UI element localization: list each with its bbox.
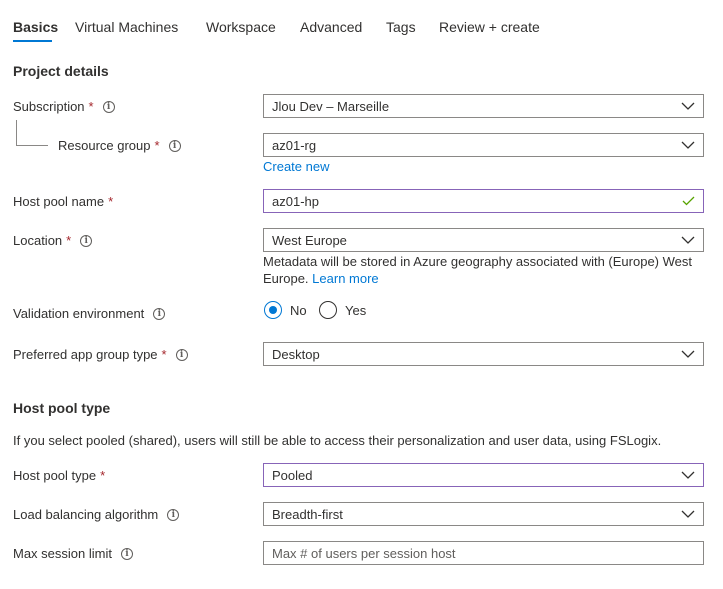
checkmark-icon [673,190,703,212]
required-marker: * [108,194,114,209]
location-label: Location * i [13,233,93,248]
info-icon[interactable]: i [167,508,180,521]
required-marker: * [161,347,167,362]
create-new-link[interactable]: Create new [263,159,329,174]
info-icon[interactable]: i [168,139,181,152]
resource-group-dropdown[interactable]: az01-rg [263,133,704,157]
chevron-down-icon [673,464,703,486]
tab-tags[interactable]: Tags [386,19,416,35]
subscription-label: Subscription * i [13,99,115,114]
chevron-down-icon [673,229,703,251]
host-pool-type-description: If you select pooled (shared), users wil… [13,433,662,448]
required-marker: * [66,233,72,248]
chevron-down-icon [673,134,703,156]
tab-basics[interactable]: Basics [13,19,58,35]
info-icon[interactable]: i [153,307,166,320]
required-marker: * [100,468,106,483]
location-dropdown[interactable]: West Europe [263,228,704,252]
tab-review-create[interactable]: Review + create [439,19,540,35]
tree-connector [16,120,17,146]
radio-yes[interactable]: Yes [319,301,366,319]
section-title-host-pool-type: Host pool type [13,400,111,416]
host-pool-name-input[interactable]: az01-hp [263,189,704,213]
host-pool-type-dropdown[interactable]: Pooled [263,463,704,487]
radio-no[interactable]: No [264,301,307,319]
host-pool-name-label: Host pool name * [13,194,114,209]
preferred-app-group-type-dropdown[interactable]: Desktop [263,342,704,366]
load-balancing-label: Load balancing algorithm i [13,507,180,522]
preferred-app-group-type-label: Preferred app group type * i [13,347,188,362]
info-icon[interactable]: i [120,547,133,560]
tab-bar: Basics Virtual Machines Workspace Advanc… [0,0,723,44]
load-balancing-dropdown[interactable]: Breadth-first [263,502,704,526]
max-session-limit-textbox[interactable] [272,545,703,561]
info-icon[interactable]: i [102,100,115,113]
active-tab-indicator [13,40,52,42]
max-session-limit-input[interactable] [263,541,704,565]
validation-environment-label: Validation environment i [13,306,166,321]
section-title-project-details: Project details [13,63,109,79]
location-hint: Metadata will be stored in Azure geograp… [263,254,692,286]
info-icon[interactable]: i [80,234,93,247]
required-marker: * [154,138,160,153]
radio-button[interactable] [319,301,337,319]
chevron-down-icon [673,343,703,365]
info-icon[interactable]: i [175,348,188,361]
resource-group-label: Resource group * i [58,138,181,153]
learn-more-link[interactable]: Learn more [312,271,378,286]
radio-button-checked[interactable] [264,301,282,319]
tab-workspace[interactable]: Workspace [206,19,276,35]
max-session-limit-label: Max session limit i [13,546,133,561]
tab-advanced[interactable]: Advanced [300,19,362,35]
subscription-dropdown[interactable]: Jlou Dev – Marseille [263,94,704,118]
chevron-down-icon [673,503,703,525]
tree-connector [16,145,48,146]
chevron-down-icon [673,95,703,117]
required-marker: * [88,99,94,114]
tab-virtual-machines[interactable]: Virtual Machines [75,19,178,35]
host-pool-type-label: Host pool type * [13,468,106,483]
